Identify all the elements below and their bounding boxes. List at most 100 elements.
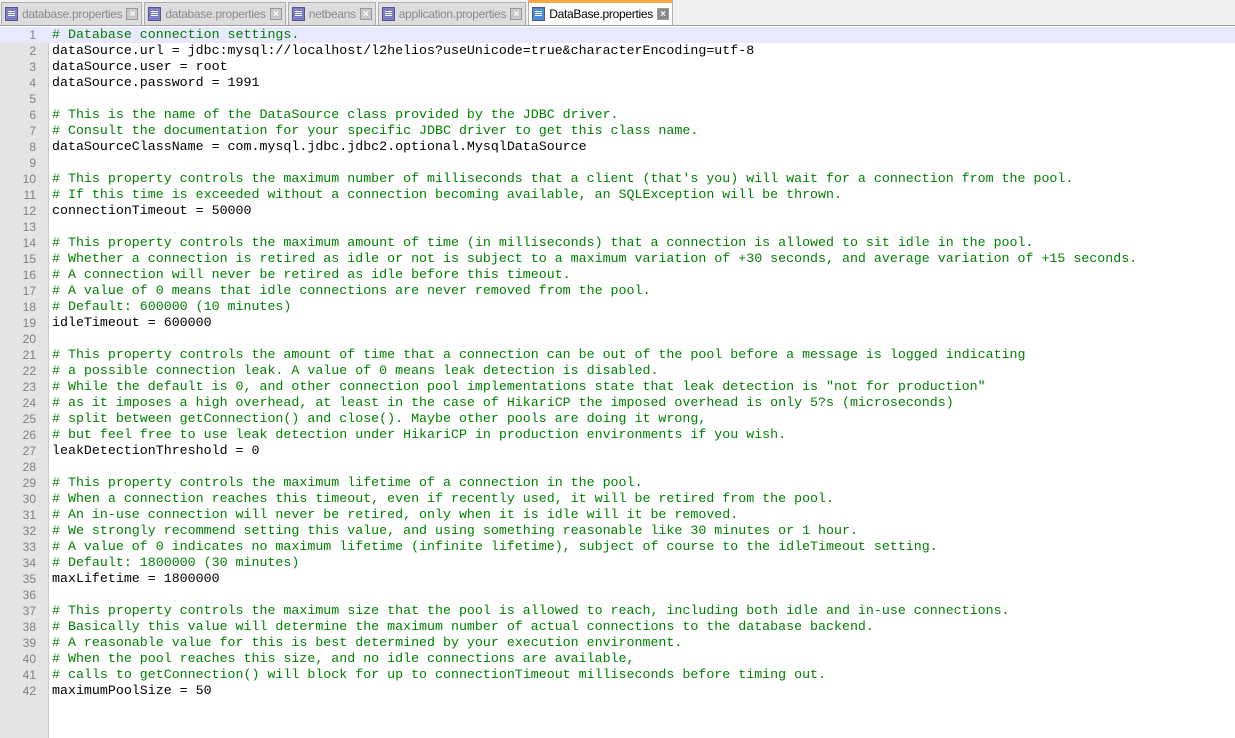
line-text: # This property controls the maximum lif… [52, 475, 643, 490]
line-number: 23 [22, 380, 36, 394]
line-text: dataSource.user = root [52, 59, 228, 74]
file-icon [381, 7, 395, 21]
tab-label: database.properties [165, 7, 266, 21]
tab-label: netbeans [308, 7, 356, 21]
line-number: 21 [22, 348, 36, 362]
code-line: 19 idleTimeout = 600000 [0, 315, 1235, 331]
line-text: # Basically this value will determine th… [52, 619, 874, 634]
code-line: 11 # If this time is exceeded without a c… [0, 187, 1235, 203]
line-number: 5 [29, 92, 36, 106]
line-number: 17 [22, 284, 36, 298]
code-line: 27 leakDetectionThreshold = 0 [0, 443, 1235, 459]
code-line: 24 # as it imposes a high overhead, at le… [0, 395, 1235, 411]
line-number: 12 [22, 204, 36, 218]
line-text [36, 331, 52, 347]
line-text: dataSource.url = jdbc:mysql://localhost/… [52, 43, 755, 58]
file-icon [148, 7, 162, 21]
line-text: # split between getConnection() and clos… [52, 411, 707, 426]
line-number: 27 [22, 444, 36, 458]
line-number: 38 [22, 620, 36, 634]
code-line: 12 connectionTimeout = 50000 [0, 203, 1235, 219]
code-line: 16 # A connection will never be retired a… [0, 267, 1235, 283]
code-line: 10 # This property controls the maximum n… [0, 171, 1235, 187]
line-number: 36 [22, 588, 36, 602]
close-icon[interactable]: × [126, 8, 139, 20]
code-editor[interactable]: 1 # Database connection settings. 2 dataSou… [0, 27, 1235, 738]
code-line: 31 # An in-use connection will never be r… [0, 507, 1235, 523]
line-text: # Database connection settings. [52, 27, 300, 42]
line-number: 32 [22, 524, 36, 538]
code-line: 18 # Default: 600000 (10 minutes) [0, 299, 1235, 315]
code-line: 32 # We strongly recommend setting this v… [0, 523, 1235, 539]
line-text: maxLifetime = 1800000 [52, 571, 220, 586]
code-line: 33 # A value of 0 indicates no maximum li… [0, 539, 1235, 555]
line-text: connectionTimeout = 50000 [52, 203, 252, 218]
line-number: 37 [22, 604, 36, 618]
line-number: 40 [22, 652, 36, 666]
line-number: 35 [22, 572, 36, 586]
tab-label: database.properties [22, 7, 123, 21]
code-line: 30 # When a connection reaches this timeo… [0, 491, 1235, 507]
close-icon[interactable]: × [269, 8, 282, 20]
tab-label: application.properties [398, 7, 507, 21]
line-text: # calls to getConnection() will block fo… [52, 667, 827, 682]
line-number: 11 [23, 188, 36, 202]
line-text: # This property controls the maximum num… [52, 171, 1074, 186]
code-line: 20 [0, 331, 1235, 347]
line-number: 24 [22, 396, 36, 410]
code-line: 35 maxLifetime = 1800000 [0, 571, 1235, 587]
line-text [36, 155, 52, 171]
code-line: 15 # Whether a connection is retired as i… [0, 251, 1235, 267]
line-text: maximumPoolSize = 50 [52, 683, 212, 698]
line-number: 8 [29, 140, 36, 154]
file-icon [5, 7, 18, 21]
code-line: 37 # This property controls the maximum s… [0, 603, 1235, 619]
close-icon[interactable]: × [656, 8, 669, 20]
line-number: 14 [22, 236, 36, 250]
code-line: 4 dataSource.password = 1991 [0, 75, 1235, 91]
line-text: # When the pool reaches this size, and n… [52, 651, 635, 666]
line-text: # When a connection reaches this timeout… [52, 491, 834, 506]
line-number: 39 [22, 636, 36, 650]
line-number: 9 [29, 156, 36, 170]
line-number: 25 [22, 412, 36, 426]
code-line: 39 # A reasonable value for this is best … [0, 635, 1235, 651]
line-number: 6 [29, 108, 36, 122]
code-line: 14 # This property controls the maximum a… [0, 235, 1235, 251]
code-line: 17 # A value of 0 means that idle connect… [0, 283, 1235, 299]
code-line: 1 # Database connection settings. [0, 27, 1235, 43]
code-line: 6 # This is the name of the DataSource cl… [0, 107, 1235, 123]
code-line: 21 # This property controls the amount of… [0, 347, 1235, 363]
line-text: # but feel free to use leak detection un… [52, 427, 787, 442]
line-text: # If this time is exceeded without a con… [52, 187, 842, 202]
code-line: 34 # Default: 1800000 (30 minutes) [0, 555, 1235, 571]
line-number: 19 [22, 316, 36, 330]
tab-2[interactable]: netbeans × [287, 2, 376, 25]
line-text: # We strongly recommend setting this val… [52, 523, 858, 538]
line-text: # Default: 1800000 (30 minutes) [52, 555, 300, 570]
tab-1[interactable]: database.properties × [144, 2, 286, 25]
code-line: 22 # a possible connection leak. A value … [0, 363, 1235, 379]
line-number: 26 [22, 428, 36, 442]
code-line: 8 dataSourceClassName = com.mysql.jdbc.jd… [0, 139, 1235, 155]
line-number: 4 [29, 76, 36, 90]
line-number: 7 [29, 124, 36, 138]
tab-4[interactable]: DataBase.properties × [528, 0, 673, 25]
line-text: # This is the name of the DataSource cla… [52, 107, 619, 122]
close-icon[interactable]: × [359, 8, 372, 20]
line-number: 31 [22, 508, 36, 522]
line-text [36, 587, 52, 603]
line-number: 16 [22, 268, 36, 282]
code-line: 3 dataSource.user = root [0, 59, 1235, 75]
line-text: # Whether a connection is retired as idl… [52, 251, 1138, 266]
close-icon[interactable]: × [510, 8, 523, 20]
code-line: 7 # Consult the documentation for your sp… [0, 123, 1235, 139]
line-number: 1 [29, 28, 36, 42]
line-text: # This property controls the maximum amo… [52, 235, 1034, 250]
line-number: 22 [22, 364, 36, 378]
tab-3[interactable]: application.properties × [377, 2, 527, 25]
line-text: # Consult the documentation for your spe… [52, 123, 699, 138]
tab-0[interactable]: database.properties × [1, 2, 143, 25]
code-line: 25 # split between getConnection() and cl… [0, 411, 1235, 427]
code-line: 28 [0, 459, 1235, 475]
